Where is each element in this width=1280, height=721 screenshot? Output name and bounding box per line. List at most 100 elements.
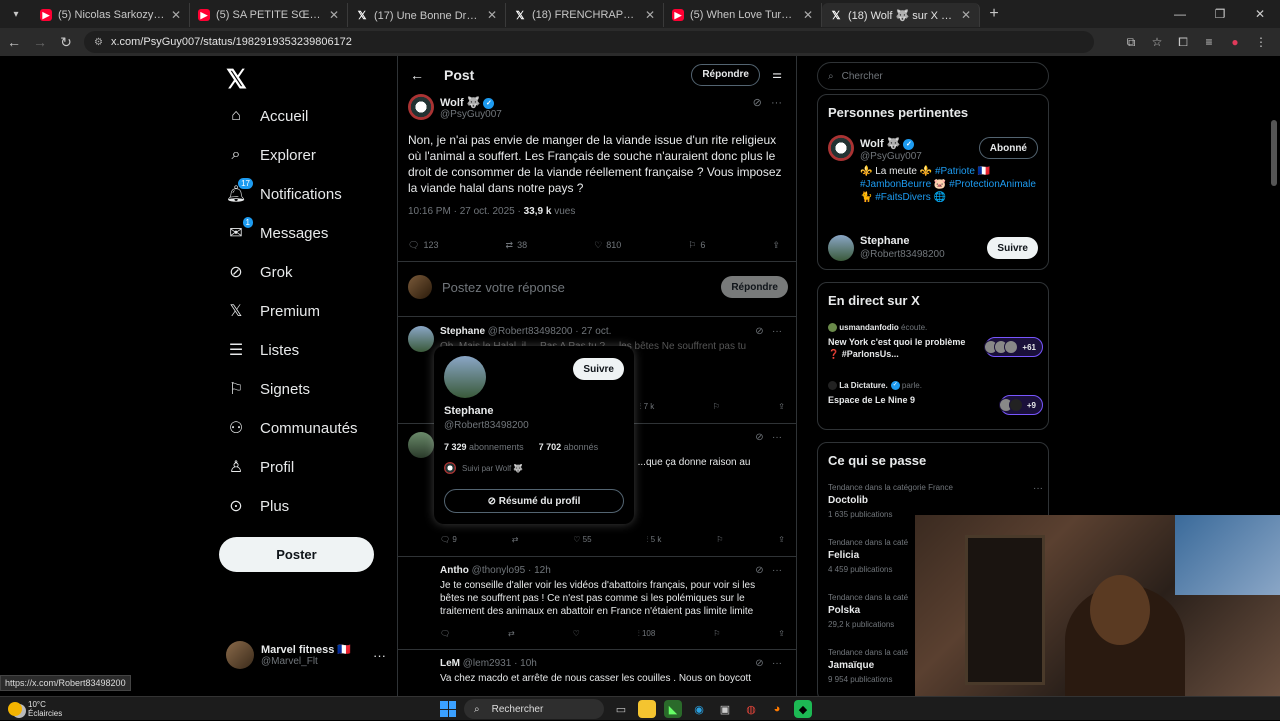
views-button[interactable]: ⫶ 7 k — [639, 402, 654, 412]
grok-icon[interactable]: ⊘ — [755, 658, 763, 669]
close-icon[interactable]: ✕ — [171, 8, 181, 22]
views-button[interactable]: ⫶ 5 k — [646, 535, 661, 545]
edge-icon[interactable]: ◉ — [690, 700, 708, 718]
sidebar-item-lists[interactable]: ☰ Listes — [226, 335, 299, 365]
avatar[interactable] — [408, 565, 434, 591]
bookmark-icon[interactable]: ⚐ — [713, 402, 720, 412]
sliders-icon[interactable]: ⚌ — [772, 68, 782, 81]
share-icon[interactable]: ⇪ — [778, 402, 785, 412]
browser-tab[interactable]: ▶(5) When Love Turns Into Rival✕ — [664, 3, 822, 27]
browser-tab[interactable]: 𝕏(17) Une Bonne Droite 🥩 sur X✕ — [348, 3, 506, 27]
repost-button[interactable]: ⇄ 38 — [506, 240, 528, 251]
close-icon[interactable]: ✕ — [803, 8, 813, 22]
file-explorer-icon[interactable] — [638, 700, 656, 718]
repost-icon[interactable]: ⇄ — [512, 535, 519, 545]
avatar[interactable] — [444, 356, 486, 398]
views-button[interactable]: ⫶ 108 — [638, 629, 656, 639]
live-space-item[interactable]: usmandanfodio écoute. New York c'est quo… — [828, 323, 1043, 360]
hovercard-handle[interactable]: @Robert83498200 — [444, 420, 529, 431]
more-dots-icon[interactable]: ··· — [772, 658, 782, 669]
back-arrow-icon[interactable]: ← — [410, 67, 424, 83]
extensions-icon[interactable]: ⧠ — [1170, 35, 1196, 50]
back-arrow-icon[interactable]: ← — [2, 34, 26, 50]
bookmark-icon[interactable]: ⚐ — [716, 535, 723, 545]
bookmark-button[interactable]: ⚐ 6 — [688, 240, 705, 251]
install-app-icon[interactable]: ⧉ — [1118, 35, 1144, 50]
grok-icon[interactable]: ⊘ — [755, 565, 763, 576]
profile-avatar-icon[interactable]: ● — [1222, 35, 1248, 50]
close-icon[interactable]: ✕ — [961, 8, 971, 22]
bookmark-star-icon[interactable]: ☆ — [1144, 35, 1170, 50]
sidebar-item-premium[interactable]: 𝕏 Premium — [226, 296, 320, 326]
live-space-item[interactable]: La Dictature. ✓ parle. Espace de Le Nine … — [828, 381, 1043, 415]
bookmark-icon[interactable]: ⚐ — [713, 629, 720, 639]
sidebar-item-messages[interactable]: ✉ 1 Messages — [226, 217, 328, 248]
more-dots-icon[interactable]: ··· — [771, 97, 782, 109]
menu-dots-icon[interactable]: ⋮ — [1248, 35, 1274, 50]
author-name[interactable]: Wolf 🐺 ✓ — [440, 96, 495, 109]
tab-search-button[interactable]: ▾ — [4, 4, 28, 24]
avatar[interactable] — [828, 135, 854, 161]
task-view-icon[interactable]: ▭ — [612, 700, 630, 718]
sidebar-item-bookmarks[interactable]: ⚐ Signets — [226, 374, 310, 404]
like-button[interactable]: ♡ 55 — [573, 535, 591, 545]
account-switcher[interactable]: Marvel fitness 🇫🇷 @Marvel_Flt ··· — [226, 641, 386, 669]
taskbar-search[interactable]: ⌕ Rechercher — [464, 699, 604, 719]
firefox-icon[interactable]: ◕ — [768, 700, 786, 718]
follow-button[interactable]: Suivre — [573, 358, 624, 380]
more-dots-icon[interactable]: ··· — [772, 432, 782, 443]
reply-post[interactable]: Antho @thonylo95 · 12h ⊘ ··· Je te conse… — [408, 565, 788, 645]
store-icon[interactable]: ▣ — [716, 700, 734, 718]
forward-arrow-icon[interactable]: → — [28, 34, 52, 50]
sidebar-item-notifications[interactable]: 🔔︎ 17 Notifications — [226, 178, 342, 209]
maximize-icon[interactable]: ❐ — [1200, 0, 1240, 28]
repost-icon[interactable]: ⇄ — [508, 629, 515, 639]
sidebar-item-communities[interactable]: ⚇ Communautés — [226, 413, 358, 443]
close-icon[interactable]: ✕ — [329, 8, 339, 22]
new-tab-button[interactable]: + — [980, 5, 1008, 23]
follow-button[interactable]: Suivre — [987, 237, 1038, 259]
scrollbar[interactable] — [1271, 120, 1277, 186]
sidebar-item-profile[interactable]: ♙ Profil — [226, 452, 294, 482]
more-dots-icon[interactable]: ··· — [772, 326, 782, 337]
grok-icon[interactable]: ⊘ — [753, 97, 762, 109]
followers-link[interactable]: 7 702 abonnés — [539, 442, 599, 452]
following-link[interactable]: 7 329 abonnements — [444, 442, 524, 452]
trend-item[interactable]: Tendance dans la catégorie France Doctoli… — [828, 483, 1043, 519]
search-input[interactable]: ⌕ Chercher — [817, 62, 1049, 90]
more-dots-icon[interactable]: ··· — [373, 648, 386, 663]
reply-input[interactable]: Postez votre réponse — [442, 280, 565, 295]
minimize-icon[interactable]: — — [1160, 0, 1200, 28]
following-button[interactable]: Abonné — [978, 137, 1038, 159]
site-info-icon[interactable]: ⚙ — [94, 37, 103, 48]
url-input[interactable]: ⚙ x.com/PsyGuy007/status/1982919353239806… — [84, 31, 1094, 53]
post-button[interactable]: Poster — [219, 537, 374, 572]
green-app-icon[interactable]: ◆ — [794, 700, 812, 718]
hovercard-name[interactable]: Stephane — [444, 405, 494, 417]
reply-header-button[interactable]: Répondre — [691, 64, 760, 86]
share-button[interactable]: ⇪ — [772, 240, 780, 251]
reply-icon[interactable]: 🗨︎ — [440, 629, 450, 639]
weather-widget[interactable]: 10°C Éclaircies — [8, 697, 62, 721]
more-dots-icon[interactable]: ··· — [1033, 483, 1043, 494]
avatar[interactable] — [408, 658, 434, 684]
reload-icon[interactable]: ↻ — [54, 34, 78, 51]
reply-button[interactable]: 🗨︎ 9 — [440, 535, 457, 545]
x-logo-icon[interactable]: 𝕏 — [226, 64, 247, 95]
reply-button[interactable]: 🗨︎ 123 — [408, 240, 438, 251]
grok-icon[interactable]: ⊘ — [755, 432, 763, 443]
sidebar-item-more[interactable]: ⊙ Plus — [226, 491, 289, 521]
browser-tab[interactable]: ▶(5) SA PETITE SŒUR DISPARAÎT✕ — [190, 3, 348, 27]
sidebar-item-explore[interactable]: ⌕ Explorer — [226, 140, 316, 170]
author-handle[interactable]: @PsyGuy007 — [440, 109, 502, 120]
more-dots-icon[interactable]: ··· — [772, 565, 782, 576]
avatar[interactable] — [408, 432, 434, 458]
heart-icon[interactable]: ♡ — [573, 629, 580, 639]
browser-tab[interactable]: ▶(5) Nicolas Sarkozy condamné...✕ — [32, 3, 190, 27]
person-name[interactable]: Wolf 🐺 ✓ — [860, 137, 915, 150]
grok-icon[interactable]: ⊘ — [755, 326, 763, 337]
avatar[interactable] — [408, 326, 434, 352]
profile-summary-button[interactable]: ⊘ Résumé du profil — [444, 489, 624, 513]
avatar[interactable] — [828, 235, 854, 261]
media-icon[interactable]: ≡ — [1196, 35, 1222, 50]
